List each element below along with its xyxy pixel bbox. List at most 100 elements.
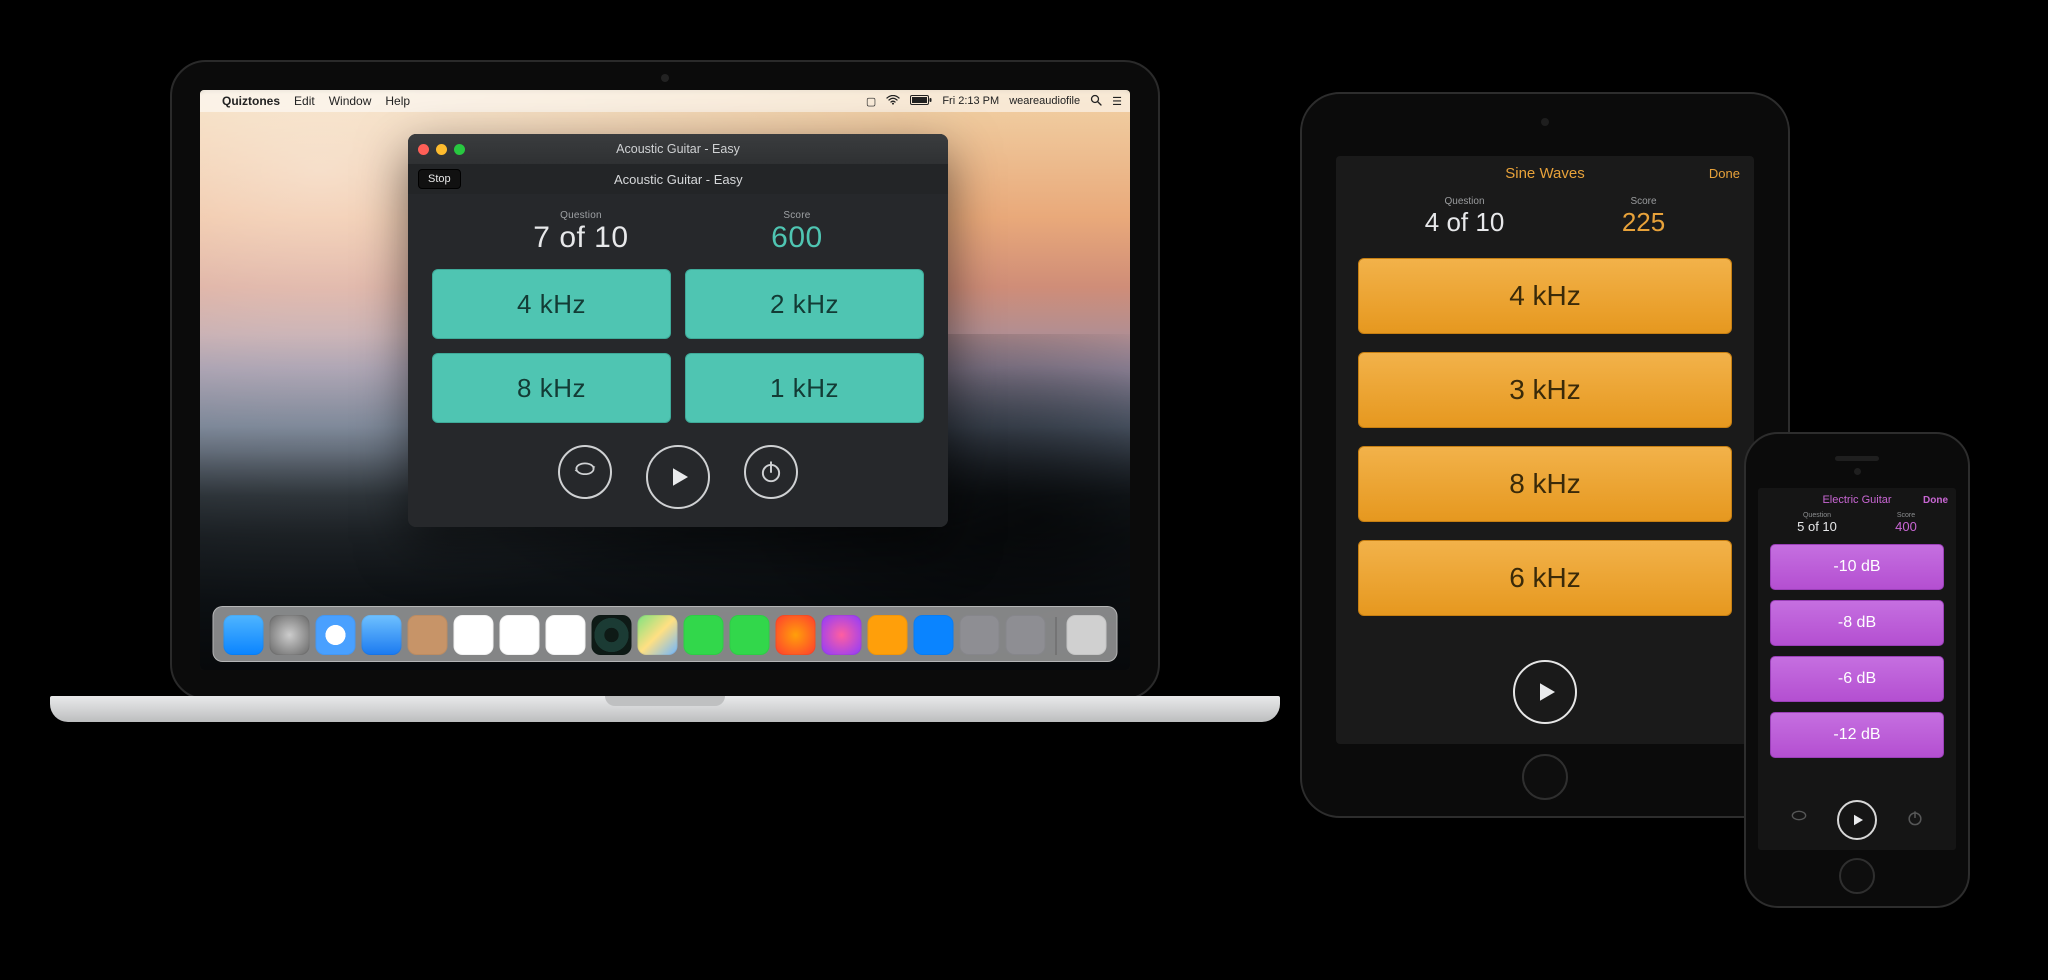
answer-grid: 4 kHz 2 kHz 8 kHz 1 kHz [422,269,934,423]
menubar-item-window[interactable]: Window [329,94,372,108]
dock-itunes-icon[interactable] [822,615,862,655]
macbook-base [50,696,1280,722]
play-button[interactable] [1513,660,1577,724]
ipad-header: Sine Waves Done [1336,156,1754,190]
answer-button[interactable]: -12 dB [1770,712,1944,758]
done-button[interactable]: Done [1923,495,1948,506]
app-body: Question 7 of 10 Score 600 4 kHz 2 kHz [408,194,948,527]
app-toolbar: Stop Acoustic Guitar - Easy [408,164,948,194]
answer-button[interactable]: -10 dB [1770,544,1944,590]
power-button[interactable] [744,445,798,499]
dock-safari-icon[interactable] [316,615,356,655]
answer-button[interactable]: 8 kHz [432,353,671,423]
dock-appstore-icon[interactable] [914,615,954,655]
answer-list: -10 dB -8 dB -6 dB -12 dB [1758,540,1956,790]
quiz-title: Acoustic Guitar - Easy [461,172,896,187]
score-value: 400 [1895,519,1917,534]
dock-reminders-icon[interactable] [546,615,586,655]
answer-button[interactable]: -6 dB [1770,656,1944,702]
dock-messages-icon[interactable] [684,615,724,655]
ipad-device: Sine Waves Done Question 4 of 10 Score 2… [1300,92,1790,818]
control-row [1336,642,1754,744]
dock-calendar-icon[interactable] [454,615,494,655]
dock-mail-icon[interactable] [362,615,402,655]
iphone-device: Electric Guitar Done Question 5 of 10 Sc… [1744,432,1970,908]
menubar-item-help[interactable]: Help [385,94,410,108]
dock-ibooks-icon[interactable] [868,615,908,655]
control-row [1758,790,1956,850]
menubar-user[interactable]: weareaudiofile [1009,95,1080,107]
dock-trash-icon[interactable] [1067,615,1107,655]
spotlight-icon[interactable] [1090,94,1102,109]
score-label: Score [1895,512,1917,519]
play-button[interactable] [1837,800,1877,840]
wifi-icon[interactable] [886,95,900,108]
home-button[interactable] [1839,858,1875,894]
score-value: 225 [1622,207,1665,238]
answer-list: 4 kHz 3 kHz 8 kHz 6 kHz [1336,252,1754,642]
app-window: Acoustic Guitar - Easy Stop Acoustic Gui… [408,134,948,527]
score-block: Score 400 [1895,512,1917,534]
score-value: 600 [771,221,823,255]
play-icon [1530,677,1560,707]
iphone-screen: Electric Guitar Done Question 5 of 10 Sc… [1758,488,1956,850]
macos-menubar: Quiztones Edit Window Help ▢ Fri 2:13 PM [200,90,1130,112]
answer-button[interactable]: 4 kHz [1358,258,1732,334]
answer-button[interactable]: 8 kHz [1358,446,1732,522]
question-value: 5 of 10 [1797,519,1837,534]
dock-app-icon[interactable] [1006,615,1046,655]
home-button[interactable] [1522,754,1568,800]
score-label: Score [771,210,823,221]
power-button[interactable] [1905,808,1925,833]
menubar-app-name[interactable]: Quiztones [222,94,280,108]
macos-dock [213,606,1118,662]
stop-button[interactable]: Stop [418,169,461,189]
score-block: Score 600 [771,210,823,255]
dock-quiztones-icon[interactable] [592,615,632,655]
menubar-item-edit[interactable]: Edit [294,94,315,108]
play-button[interactable] [646,445,710,509]
repeat-icon [1789,808,1809,828]
question-label: Question [1425,196,1505,207]
question-value: 4 of 10 [1425,207,1505,238]
camera-icon [1541,118,1549,126]
stats-row: Question 5 of 10 Score 400 [1758,512,1956,540]
control-row [422,423,934,509]
menubar-clock[interactable]: Fri 2:13 PM [942,95,999,107]
answer-button[interactable]: 6 kHz [1358,540,1732,616]
answer-button[interactable]: 3 kHz [1358,352,1732,428]
battery-icon[interactable] [910,95,932,108]
window-titlebar[interactable]: Acoustic Guitar - Easy [408,134,948,164]
camera-icon [661,74,669,82]
macbook-device: Quiztones Edit Window Help ▢ Fri 2:13 PM [170,60,1160,740]
stats-row: Question 7 of 10 Score 600 [422,204,934,269]
repeat-icon [572,459,598,485]
repeat-button[interactable] [1789,808,1809,833]
dock-separator [1056,617,1057,655]
quiz-title: Electric Guitar [1822,494,1891,506]
ipad-screen: Sine Waves Done Question 4 of 10 Score 2… [1336,156,1754,744]
macbook-lid: Quiztones Edit Window Help ▢ Fri 2:13 PM [170,60,1160,700]
done-button[interactable]: Done [1709,166,1740,181]
dock-notes-icon[interactable] [500,615,540,655]
repeat-button[interactable] [558,445,612,499]
dock-launchpad-icon[interactable] [270,615,310,655]
dock-preferences-icon[interactable] [960,615,1000,655]
dock-facetime-icon[interactable] [730,615,770,655]
answer-button[interactable]: 2 kHz [685,269,924,339]
dock-photobooth-icon[interactable] [776,615,816,655]
answer-button[interactable]: 1 kHz [685,353,924,423]
answer-button[interactable]: 4 kHz [432,269,671,339]
dock-maps-icon[interactable] [638,615,678,655]
notification-center-icon[interactable]: ☰ [1112,95,1122,108]
question-block: Question 4 of 10 [1425,196,1505,238]
dock-finder-icon[interactable] [224,615,264,655]
stage: Quiztones Edit Window Help ▢ Fri 2:13 PM [0,0,2048,980]
airplay-icon[interactable]: ▢ [866,95,876,108]
answer-button[interactable]: -8 dB [1770,600,1944,646]
question-label: Question [1797,512,1837,519]
question-label: Question [533,210,628,221]
score-label: Score [1622,196,1665,207]
score-block: Score 225 [1622,196,1665,238]
dock-contacts-icon[interactable] [408,615,448,655]
